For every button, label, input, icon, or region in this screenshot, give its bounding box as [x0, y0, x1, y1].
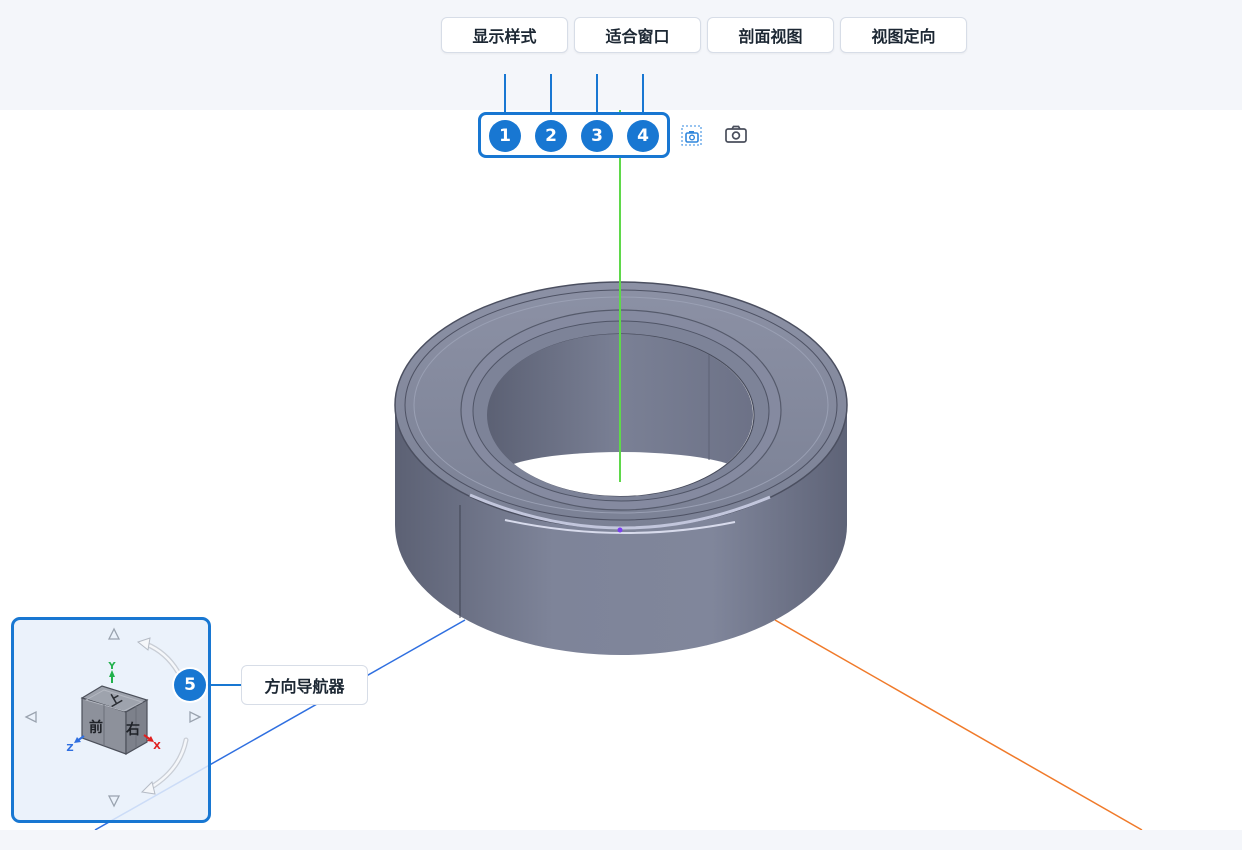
toolbar-button-display-style[interactable]: 1	[489, 120, 521, 152]
view-cube[interactable]: 上 前 右	[80, 685, 149, 756]
cube-face-right[interactable]: 右	[125, 721, 140, 738]
roll-ccw-arrow-icon[interactable]	[136, 637, 181, 675]
rotate-up-arrow-icon[interactable]	[107, 627, 121, 640]
badge-orientation-navigator: 5	[174, 669, 206, 701]
callout-view-orientation: 视图定向	[840, 17, 967, 53]
callout-section-view: 剖面视图	[707, 17, 834, 53]
camera-icon[interactable]	[723, 122, 749, 148]
nav-axis-z-label: Z	[66, 743, 73, 754]
roll-cw-arrow-icon[interactable]	[140, 737, 189, 795]
rotate-left-arrow-icon[interactable]	[24, 710, 37, 724]
callout-fit-window: 适合窗口	[574, 17, 701, 53]
callout-orientation-navigator: 方向导航器	[241, 665, 368, 705]
cube-face-front[interactable]: 前	[89, 719, 103, 736]
nav-axis-x-label: X	[153, 741, 161, 752]
orientation-navigator[interactable]: 上 前 右 Y X Z	[11, 617, 211, 823]
callout-display-style: 显示样式	[441, 17, 568, 53]
toolbar-button-section-view[interactable]: 3	[581, 120, 613, 152]
bottom-band	[0, 830, 1242, 850]
toolbar-button-view-orientation[interactable]: 4	[627, 120, 659, 152]
nav-axis-y-label: Y	[107, 661, 116, 672]
toolbar-button-fit-window[interactable]: 2	[535, 120, 567, 152]
screenshot-region-icon[interactable]	[679, 123, 705, 149]
leader-line-5	[206, 684, 242, 686]
x-axis-line	[774, 619, 1143, 830]
rotate-down-arrow-icon[interactable]	[107, 795, 121, 808]
rotate-right-arrow-icon[interactable]	[189, 710, 202, 724]
